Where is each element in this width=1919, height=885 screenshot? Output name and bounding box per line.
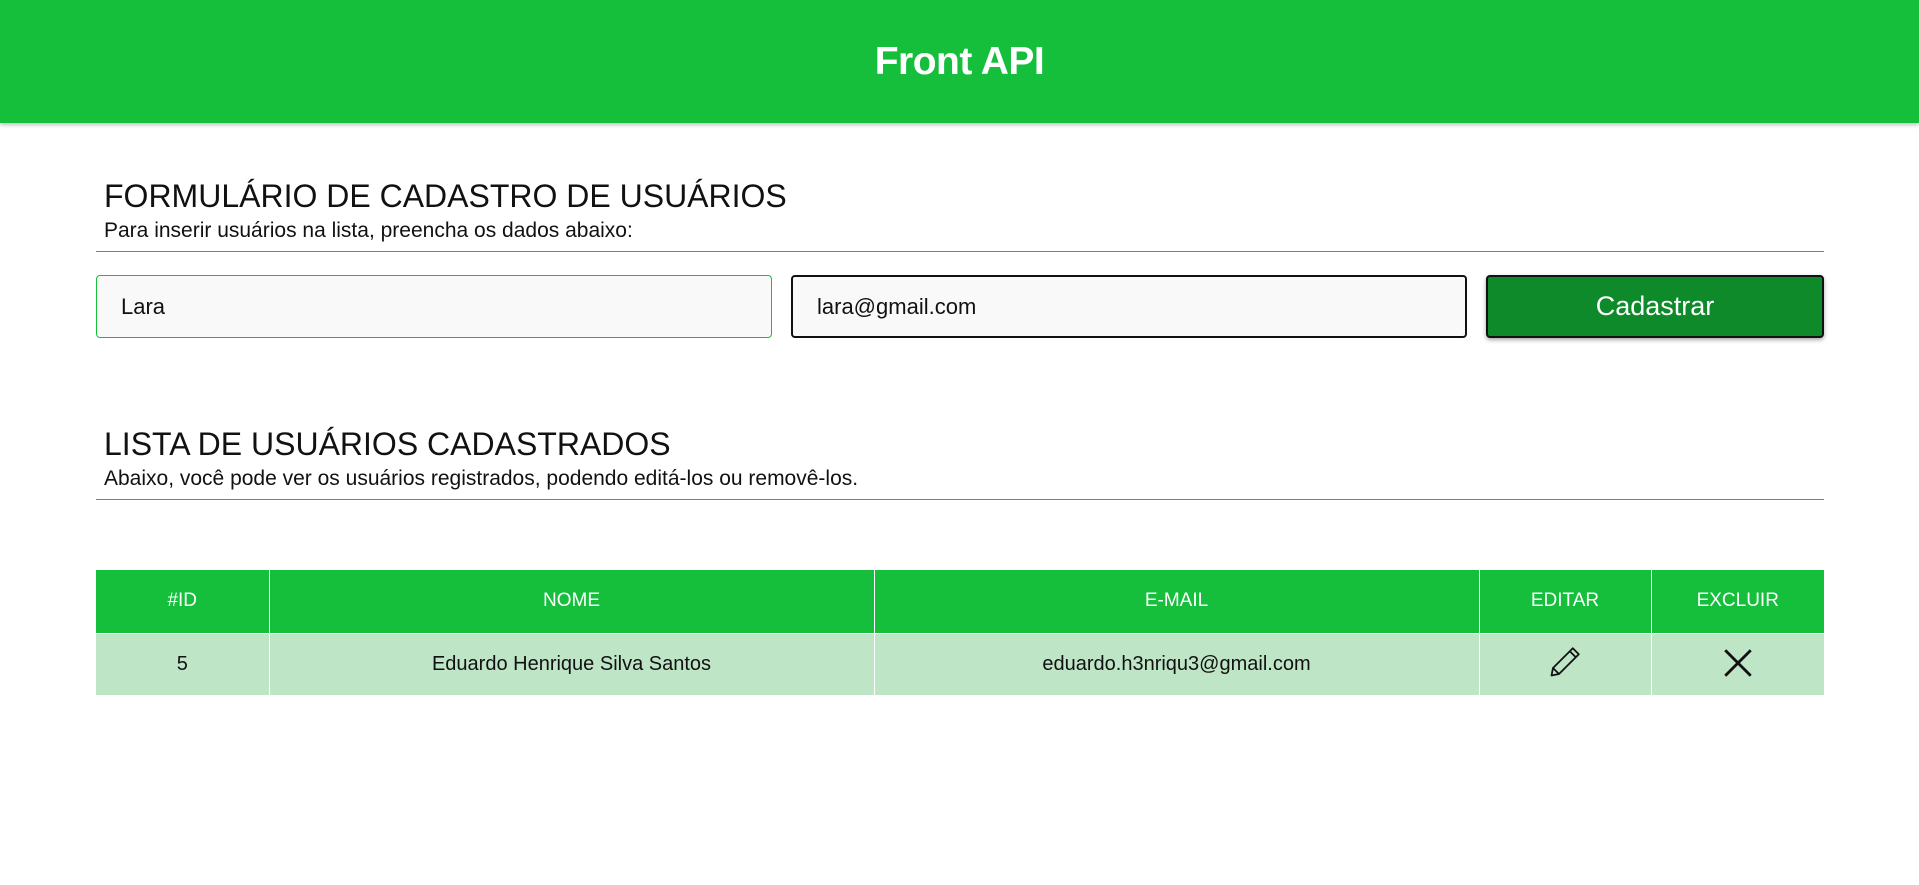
app-header: Front API (0, 0, 1919, 123)
list-divider (96, 499, 1824, 500)
cell-delete (1651, 632, 1824, 695)
cell-id: 5 (96, 632, 270, 695)
email-input[interactable] (791, 275, 1467, 338)
form-section-subtitle: Para inserir usuários na lista, preencha… (104, 219, 633, 242)
cell-email: eduardo.h3nriqu3@gmail.com (874, 632, 1480, 695)
header-email: E-MAIL (874, 570, 1480, 633)
list-section-title: LISTA DE USUÁRIOS CADASTRADOS (104, 426, 671, 462)
form-section: FORMULÁRIO DE CADASTRO DE USUÁRIOS Para … (96, 178, 1824, 252)
user-form: Cadastrar (96, 275, 1824, 338)
cell-name: Eduardo Henrique Silva Santos (269, 632, 875, 695)
table-header-row: #ID NOME E-MAIL EDITAR EXCLUIR (96, 570, 1824, 633)
list-section: LISTA DE USUÁRIOS CADASTRADOS Abaixo, vo… (96, 426, 1824, 500)
cell-edit (1479, 632, 1652, 695)
list-section-subtitle: Abaixo, você pode ver os usuários regist… (104, 467, 859, 490)
header-delete: EXCLUIR (1651, 570, 1824, 633)
form-section-title: FORMULÁRIO DE CADASTRO DE USUÁRIOS (104, 178, 787, 214)
header-edit: EDITAR (1479, 570, 1652, 633)
pencil-icon[interactable] (1545, 642, 1585, 682)
header-name: NOME (269, 570, 875, 633)
submit-button[interactable]: Cadastrar (1486, 275, 1824, 338)
table-row: 5 Eduardo Henrique Silva Santos eduardo.… (96, 632, 1824, 695)
close-icon[interactable] (1718, 643, 1758, 683)
name-input[interactable] (96, 275, 772, 338)
users-table: #ID NOME E-MAIL EDITAR EXCLUIR 5 Eduardo… (96, 570, 1824, 695)
header-id: #ID (96, 570, 270, 633)
form-divider (96, 251, 1824, 252)
app-title: Front API (874, 39, 1045, 83)
